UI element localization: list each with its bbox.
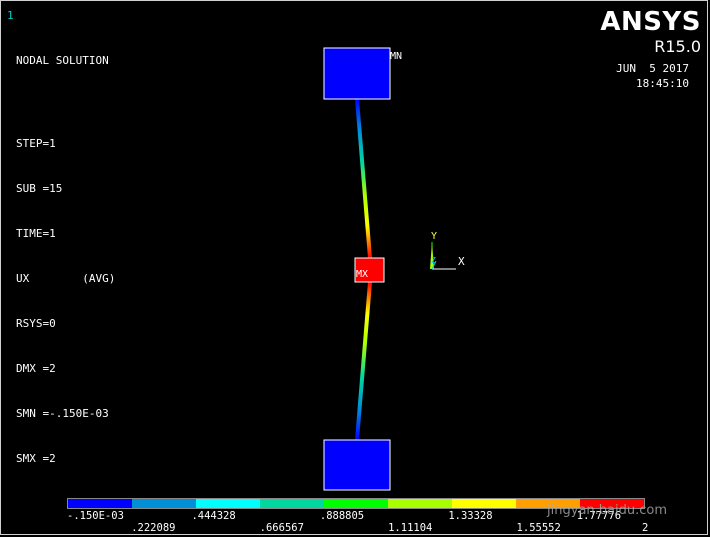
legend-label: .888805	[319, 510, 365, 522]
triad-x-label: X	[458, 255, 465, 268]
triad-y-label: Y	[431, 231, 437, 242]
legend-swatch	[388, 499, 452, 508]
legend-swatch	[260, 499, 324, 508]
legend-label: .666567	[259, 522, 304, 534]
legend-swatch	[324, 499, 388, 508]
min-marker: MN	[390, 51, 402, 62]
legend-label: 1.33328	[448, 510, 493, 522]
upper-column	[355, 99, 372, 258]
bottom-support-block	[323, 439, 391, 491]
legend-label: .444328	[191, 510, 236, 522]
legend-swatch	[196, 499, 260, 508]
legend-label: 1.11104	[388, 522, 433, 534]
legend-label: .222089	[131, 522, 176, 534]
coordinate-triad: Y X Z	[430, 231, 465, 270]
legend-swatch	[452, 499, 516, 508]
legend-label: 2	[642, 522, 649, 534]
legend-swatch	[68, 499, 132, 508]
lower-column	[355, 282, 372, 440]
max-marker: MX	[356, 269, 368, 280]
graphics-viewport[interactable]: 1 NODAL SOLUTION STEP=1 SUB =15 TIME=1 U…	[0, 0, 708, 535]
top-support-block	[323, 47, 391, 100]
watermark: jingyan.baidu.com	[547, 503, 667, 518]
legend-label: -.150E-03	[67, 510, 124, 522]
legend-label: 1.55552	[516, 522, 561, 534]
legend-swatch	[132, 499, 196, 508]
triad-z-label: Z	[431, 256, 436, 265]
contour-plot: MN MX Y X Z	[323, 47, 465, 491]
